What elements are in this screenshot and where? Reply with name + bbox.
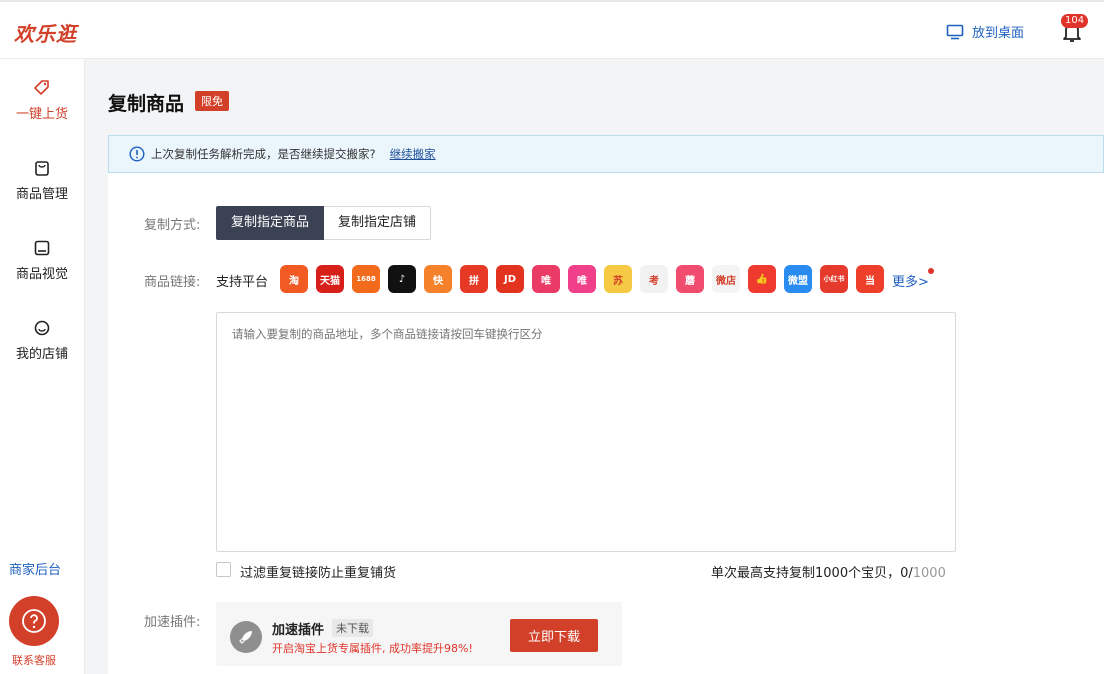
app-logo[interactable]: 欢乐逛 — [14, 18, 77, 47]
notice-bar: 上次复制任务解析完成，是否继续提交搬家? 继续搬家 — [108, 135, 1104, 173]
kuaishou-icon[interactable]: 快 — [424, 265, 452, 293]
sidebar-item-label: 一键上货 — [15, 107, 68, 122]
jd-icon[interactable]: JD — [496, 265, 524, 293]
sidebar-item-label: 商品管理 — [15, 187, 68, 202]
copy-mode-toggle: 复制指定商品 复制指定店铺 — [216, 206, 432, 240]
dianzan-icon[interactable]: 👍 — [748, 265, 776, 293]
sidebar-item-my-shop[interactable]: 我的店铺 — [0, 319, 84, 362]
xiaohongshu-icon[interactable]: 小红书 — [820, 265, 848, 293]
free-badge: 限免 — [195, 91, 229, 111]
1688-icon[interactable]: 1688 — [352, 265, 380, 293]
product-link-label: 商品链接: — [144, 275, 201, 290]
sidebar-item-label: 商品视觉 — [15, 267, 68, 282]
plugin-name: 加速插件 — [272, 623, 325, 638]
notice-text: 上次复制任务解析完成，是否继续提交搬家? — [151, 147, 376, 161]
copy-product-option[interactable]: 复制指定商品 — [216, 206, 325, 240]
counter-max: 1000 — [912, 566, 946, 581]
question-icon — [22, 609, 46, 633]
monitor-icon — [946, 24, 964, 39]
copy-shop-option[interactable]: 复制指定店铺 — [324, 206, 432, 240]
product-links-textarea[interactable] — [216, 312, 956, 552]
suning-icon[interactable]: 苏 — [604, 265, 632, 293]
sidebar-item-label: 我的店铺 — [15, 347, 68, 362]
weimeng-icon[interactable]: 微盟 — [784, 265, 812, 293]
download-now-button[interactable]: 立即下载 — [510, 619, 598, 652]
send-to-desktop-button[interactable]: 放到桌面 — [946, 22, 1024, 41]
filter-duplicates-label[interactable]: 过滤重复链接防止重复铺货 — [240, 562, 396, 581]
new-dot — [928, 268, 934, 274]
info-icon — [129, 146, 145, 162]
vipshop-icon[interactable]: 唯 — [532, 265, 560, 293]
bag-icon — [35, 161, 49, 176]
filter-duplicates-checkbox[interactable] — [216, 562, 231, 577]
sidebar-item-one-click-upload[interactable]: 一键上货 — [0, 79, 84, 122]
mogujie-icon[interactable]: 蘑 — [676, 265, 704, 293]
wei-icon[interactable]: 唯 — [568, 265, 596, 293]
more-platforms-link[interactable]: 更多> — [892, 271, 929, 290]
sidebar: 一键上货 商品管理 商品视觉 我的店铺 商家后台 联系客服 — [0, 59, 85, 674]
contact-support-label[interactable]: 联系客服 — [0, 652, 68, 668]
merchant-backend-link[interactable]: 商家后台 — [0, 559, 70, 578]
plugin-label: 加速插件: — [144, 615, 201, 630]
rocket-icon — [230, 621, 262, 653]
weidian-icon[interactable]: 微店 — [712, 265, 740, 293]
pinduoduo-icon[interactable]: 拼 — [460, 265, 488, 293]
tmall-icon[interactable]: 天猫 — [316, 265, 344, 293]
notification-badge: 104 — [1061, 14, 1089, 28]
shop-icon — [34, 320, 50, 336]
continue-move-link[interactable]: 继续搬家 — [390, 146, 436, 162]
plugin-card: 加速插件 未下载 开启淘宝上货专属插件, 成功率提升98%! 立即下载 — [216, 602, 622, 666]
send-to-desktop-label: 放到桌面 — [972, 26, 1025, 41]
douyin-icon[interactable]: ♪ — [388, 265, 416, 293]
top-bar: 欢乐逛 放到桌面 104 — [0, 0, 1104, 59]
kaola-icon[interactable]: 考 — [640, 265, 668, 293]
sidebar-item-product-management[interactable]: 商品管理 — [0, 159, 84, 202]
page-title: 复制商品 — [108, 93, 185, 115]
taobao-icon[interactable]: 淘 — [280, 265, 308, 293]
help-button[interactable] — [9, 596, 59, 646]
dangdang-icon[interactable]: 当 — [856, 265, 884, 293]
link-counter: 单次最高支持复制1000个宝贝，0/1000 — [711, 562, 946, 581]
counter-text: 单次最高支持复制1000个宝贝，0/ — [711, 566, 913, 581]
tag-icon — [34, 80, 49, 95]
plugin-status: 未下载 — [332, 619, 373, 637]
supported-platforms-label: 支持平台 — [216, 275, 269, 290]
plugin-description: 开启淘宝上货专属插件, 成功率提升98%! — [272, 642, 473, 655]
image-icon — [34, 240, 50, 256]
sidebar-item-product-visual[interactable]: 商品视觉 — [0, 239, 84, 282]
copy-mode-label: 复制方式: — [144, 218, 201, 233]
